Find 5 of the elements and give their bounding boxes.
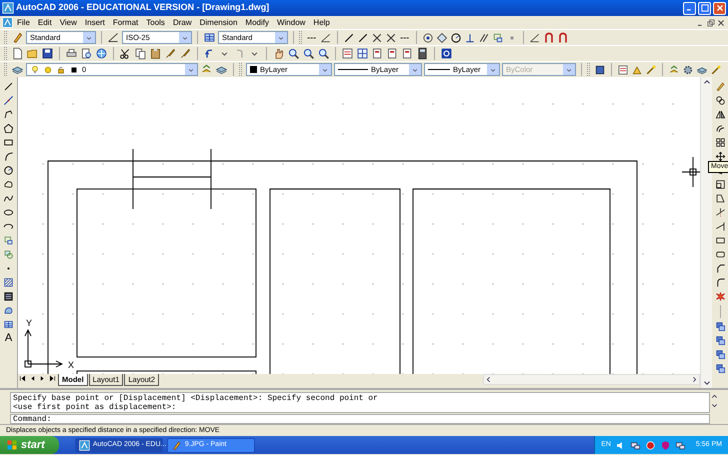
command-history-line: Specify base point or [Displacement] <Displacement>: Specify second point or xyxy=(13,394,379,403)
window-title: AutoCAD 2006 - EDUCATIONAL VERSION - [Drawing1.dwg] xyxy=(16,1,270,14)
y-axis-label: Y xyxy=(26,318,32,328)
command-history-line: <use first point as displacement>: xyxy=(13,403,178,412)
x-axis-label: X xyxy=(68,360,74,370)
